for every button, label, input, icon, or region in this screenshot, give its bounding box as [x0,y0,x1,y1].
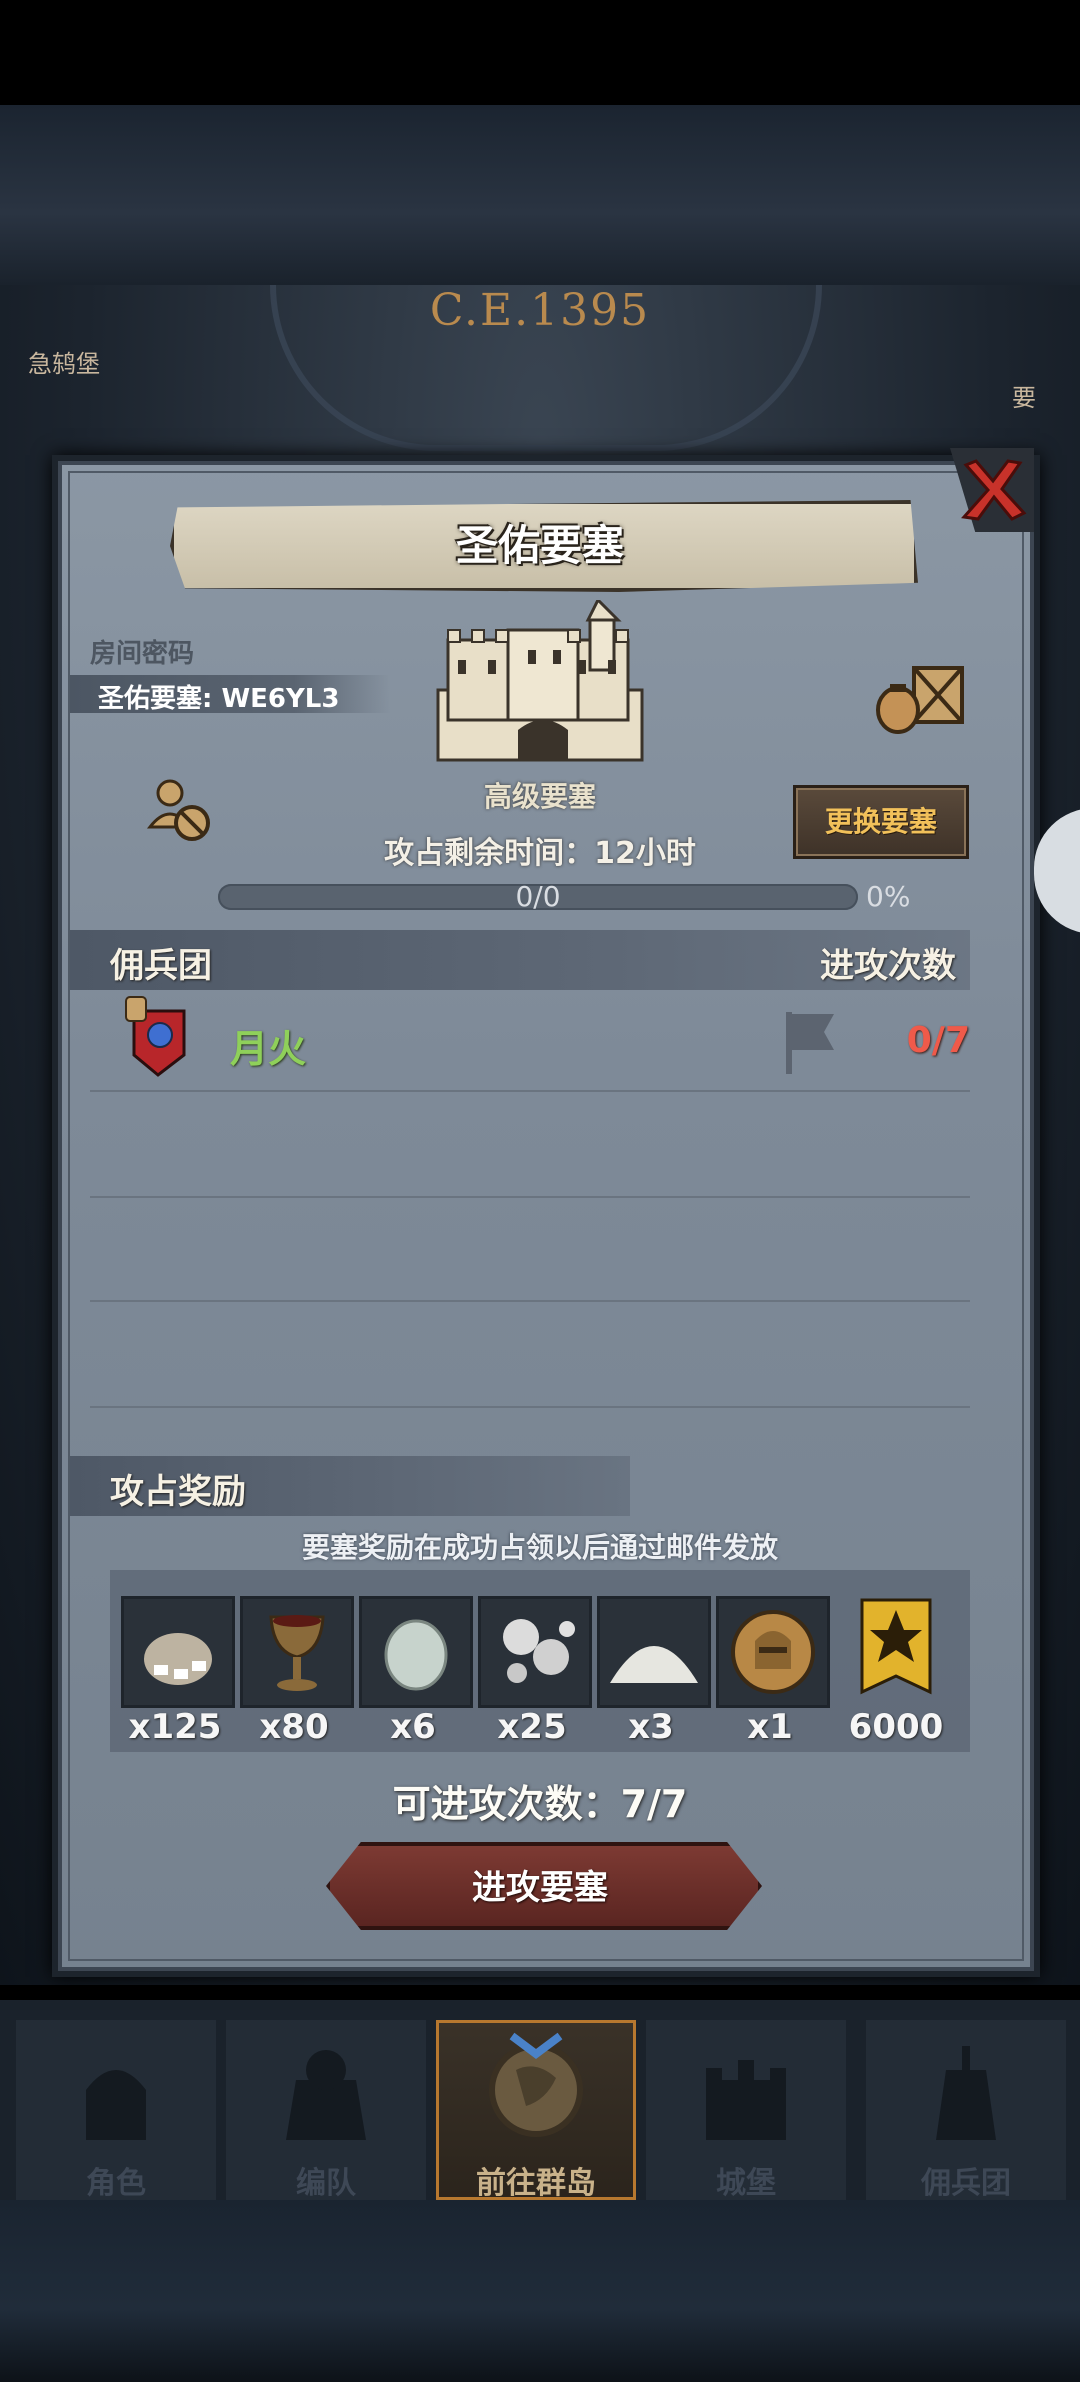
room-password-label: 房间密码 [90,639,195,669]
attacks-header: 进攻次数 [820,946,956,986]
bottom-background [0,2200,1080,2382]
reward-header: 攻占奖励 [110,1472,246,1512]
reward-slot[interactable] [359,1596,473,1708]
close-icon[interactable] [958,455,1028,525]
reward-slot[interactable] [121,1596,235,1708]
tab-label: 角色 [86,2166,146,2201]
fortress-type: 高级要塞 [483,780,596,813]
side-location-left: 急鸫堡 [28,350,100,378]
guild-emblem-icon [125,996,186,1077]
guild-attack-count: 0/7 [906,1020,970,1061]
dialog-title: 圣佑要塞 [455,521,624,570]
armor-icon [286,2050,366,2140]
flag-icon [786,1012,834,1074]
row-divider [90,1196,970,1198]
tab-label: 编队 [296,2166,356,2201]
reward-quantity: x1 [747,1707,793,1747]
guild-row[interactable] [90,990,970,1092]
available-attacks: 可进攻次数：7/7 [392,1782,688,1826]
attack-fortress-label: 进攻要塞 [472,1868,608,1908]
guild-name: 月火 [230,1027,307,1071]
pearls-icon [503,1619,575,1683]
mercenary-icon [936,2046,996,2140]
change-fortress-label: 更换要塞 [824,805,937,838]
row-divider [90,1406,970,1408]
reward-slot[interactable] [240,1596,354,1708]
row-divider [90,1300,970,1302]
tab-label: 城堡 [716,2166,776,2201]
reward-slot[interactable] [597,1596,711,1708]
side-location-right: 要 [1012,384,1036,412]
reward-quantity: 6000 [848,1707,944,1747]
reward-slot[interactable] [716,1596,830,1708]
knight-helmet-icon [86,2070,146,2140]
castle-icon [706,2060,786,2140]
change-fortress-button[interactable]: 更换要塞 [793,785,969,859]
tab-label: 前往群岛 [476,2166,596,2201]
fortress-castle-icon [436,600,644,762]
reward-slot[interactable] [478,1596,592,1708]
era-label: C.E.1395 [429,285,651,336]
status-bar-area [0,0,1080,105]
silver-coins-icon [144,1633,212,1685]
knight-coin-icon [731,1610,815,1694]
progress-percent: 0% [866,880,911,913]
room-code[interactable]: 圣佑要塞: WE6YL3 [98,678,339,715]
no-member-icon[interactable] [146,775,216,845]
time-remaining: 攻占剩余时间：12小时 [384,836,696,871]
top-banner [0,105,1080,285]
gem-stone-icon [384,1619,448,1691]
supply-crate-icon[interactable] [874,660,970,736]
tab-label: 佣兵团 [921,2166,1011,2201]
reward-note: 要塞奖励在成功占领以后通过邮件发放 [301,1531,778,1564]
powder-icon [610,1646,698,1683]
goblet-icon [269,1615,325,1691]
guild-header: 佣兵团 [110,946,212,986]
progress-text: 0/0 [515,880,561,913]
guild-banner-icon[interactable] [858,1596,934,1702]
globe-icon [489,2032,583,2137]
